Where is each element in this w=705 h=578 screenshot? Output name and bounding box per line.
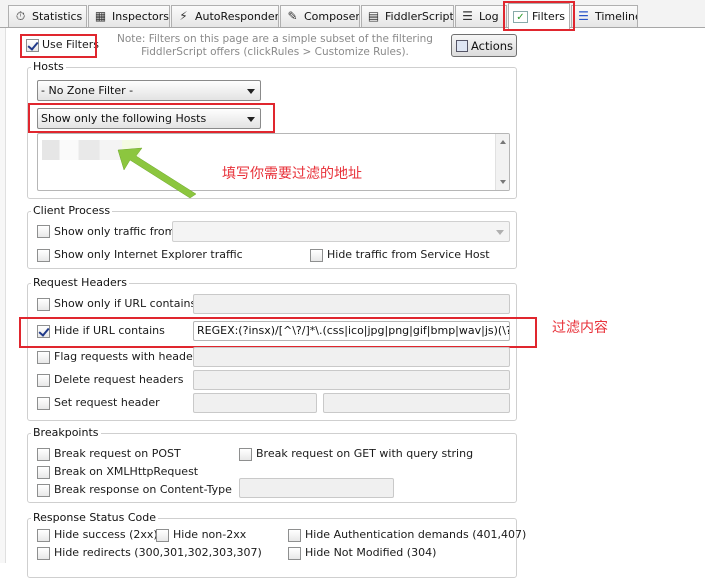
textarea-scrollbar[interactable]: [495, 134, 509, 190]
lightning-icon: ⚡: [179, 9, 188, 23]
set-header-name-input[interactable]: [193, 393, 317, 413]
hide-non-2xx-label: Hide non-2xx: [173, 528, 247, 541]
actions-icon: [456, 39, 468, 52]
flag-requests-label: Flag requests with headers: [54, 350, 203, 363]
break-post-checkbox[interactable]: [37, 448, 50, 461]
chevron-down-icon: [496, 230, 504, 235]
timeline-icon: ☰: [578, 9, 589, 23]
show-only-traffic-from-checkbox[interactable]: [37, 225, 50, 238]
set-header-checkbox[interactable]: [37, 397, 50, 410]
flag-requests-input[interactable]: [193, 347, 510, 367]
show-only-ie-checkbox[interactable]: [37, 249, 50, 262]
hide-service-host-label: Hide traffic from Service Host: [327, 248, 490, 261]
note-line-1: Note: Filters on this page are a simple …: [117, 33, 433, 45]
tab-fiddlerscript[interactable]: ▤ FiddlerScript: [361, 5, 454, 27]
tab-statistics[interactable]: ⏱ Statistics: [8, 5, 87, 27]
tab-label: Timeline: [595, 10, 638, 23]
show-only-url-checkbox[interactable]: [37, 298, 50, 311]
hide-if-url-checkbox[interactable]: [37, 325, 50, 338]
inspect-icon: ▦: [94, 9, 107, 23]
host-mode-dropdown[interactable]: Show only the following Hosts: [37, 108, 261, 129]
use-filters-checkbox[interactable]: [26, 39, 39, 52]
client-process-title: Client Process: [31, 204, 113, 217]
hide-non-2xx-checkbox[interactable]: [156, 529, 169, 542]
stopwatch-icon: ⏱: [15, 9, 26, 23]
tab-label: Log: [479, 10, 499, 23]
show-only-ie-label: Show only Internet Explorer traffic: [54, 248, 243, 261]
note-line-2: FiddlerScript offers (clickRules > Custo…: [141, 46, 409, 58]
hide-not-modified-checkbox[interactable]: [288, 547, 301, 560]
scroll-up-icon[interactable]: [500, 140, 506, 144]
tab-filters[interactable]: ✓ Filters: [508, 3, 570, 29]
hide-redirects-label: Hide redirects (300,301,302,303,307): [54, 546, 262, 559]
break-get-query-label: Break request on GET with query string: [256, 447, 474, 460]
filters-note: Note: Filters on this page are a simple …: [112, 33, 438, 59]
tab-composer[interactable]: ✎ Composer: [280, 5, 360, 27]
scroll-down-icon[interactable]: [500, 180, 506, 184]
content-type-input[interactable]: [239, 478, 394, 498]
hide-if-url-label: Hide if URL contains: [54, 324, 165, 337]
annotation-arrow: [117, 147, 197, 199]
tab-label: AutoResponder: [195, 10, 279, 23]
hide-service-host-checkbox[interactable]: [310, 249, 323, 262]
tab-inspectors[interactable]: ▦ Inspectors: [88, 5, 170, 27]
tab-label: Composer: [304, 10, 360, 23]
delete-headers-label: Delete request headers: [54, 373, 184, 386]
break-xhr-label: Break on XMLHttpRequest: [54, 465, 199, 478]
response-status-title: Response Status Code: [31, 511, 159, 524]
hide-not-modified-label: Hide Not Modified (304): [305, 546, 437, 559]
actions-button[interactable]: Actions: [451, 34, 517, 57]
tab-label: Statistics: [32, 10, 83, 23]
tab-label: FiddlerScript: [385, 10, 454, 23]
show-only-traffic-from-label: Show only traffic from: [54, 225, 176, 238]
process-dropdown[interactable]: [172, 221, 510, 242]
host-mode-value: Show only the following Hosts: [41, 112, 207, 125]
flag-requests-checkbox[interactable]: [37, 351, 50, 364]
show-only-url-input[interactable]: [193, 294, 510, 314]
break-get-query-checkbox[interactable]: [239, 448, 252, 461]
script-icon: ▤: [367, 9, 380, 23]
tab-timeline[interactable]: ☰ Timeline: [571, 5, 638, 27]
left-splitter[interactable]: [0, 28, 6, 563]
use-filters-label: Use Filters: [42, 38, 100, 51]
checkmark-icon: ✓: [513, 10, 528, 23]
set-header-value-input[interactable]: [323, 393, 510, 413]
hide-auth-checkbox[interactable]: [288, 529, 301, 542]
hide-auth-label: Hide Authentication demands (401,407): [305, 528, 527, 541]
hide-success-checkbox[interactable]: [37, 529, 50, 542]
break-content-type-checkbox[interactable]: [37, 484, 50, 497]
chevron-down-icon: [247, 117, 255, 122]
tab-bar: ⏱ Statistics ▦ Inspectors ⚡ AutoResponder ✎…: [0, 0, 705, 29]
hosts-annotation: 填写你需要过滤的地址: [222, 166, 362, 182]
set-header-label: Set request header: [54, 396, 160, 409]
tab-label: Filters: [532, 10, 565, 23]
log-icon: ☰: [462, 9, 473, 23]
tab-autoresponder[interactable]: ⚡ AutoResponder: [171, 5, 279, 27]
tab-label: Inspectors: [112, 10, 170, 23]
hosts-title: Hosts: [31, 60, 66, 73]
hide-success-label: Hide success (2xx): [54, 528, 158, 541]
zone-filter-dropdown[interactable]: - No Zone Filter -: [37, 80, 261, 101]
request-headers-title: Request Headers: [31, 276, 129, 289]
break-xhr-checkbox[interactable]: [37, 466, 50, 479]
delete-headers-input[interactable]: [193, 370, 510, 390]
zone-filter-value: - No Zone Filter -: [41, 84, 134, 97]
hide-if-url-input[interactable]: REGEX:(?insx)/[^\?/]*\.(css|ico|jpg|png|…: [193, 321, 510, 341]
break-post-label: Break request on POST: [54, 447, 181, 460]
break-content-type-label: Break response on Content-Type: [54, 483, 232, 496]
breakpoints-title: Breakpoints: [31, 426, 101, 439]
show-only-url-label: Show only if URL contains: [54, 297, 197, 310]
chevron-down-icon: [247, 89, 255, 94]
tab-log[interactable]: ☰ Log: [455, 5, 507, 27]
hide-redirects-checkbox[interactable]: [37, 547, 50, 560]
pencil-icon: ✎: [287, 9, 298, 23]
filter-content-annotation: 过滤内容: [552, 320, 608, 336]
actions-label: Actions: [471, 38, 514, 53]
delete-headers-checkbox[interactable]: [37, 374, 50, 387]
